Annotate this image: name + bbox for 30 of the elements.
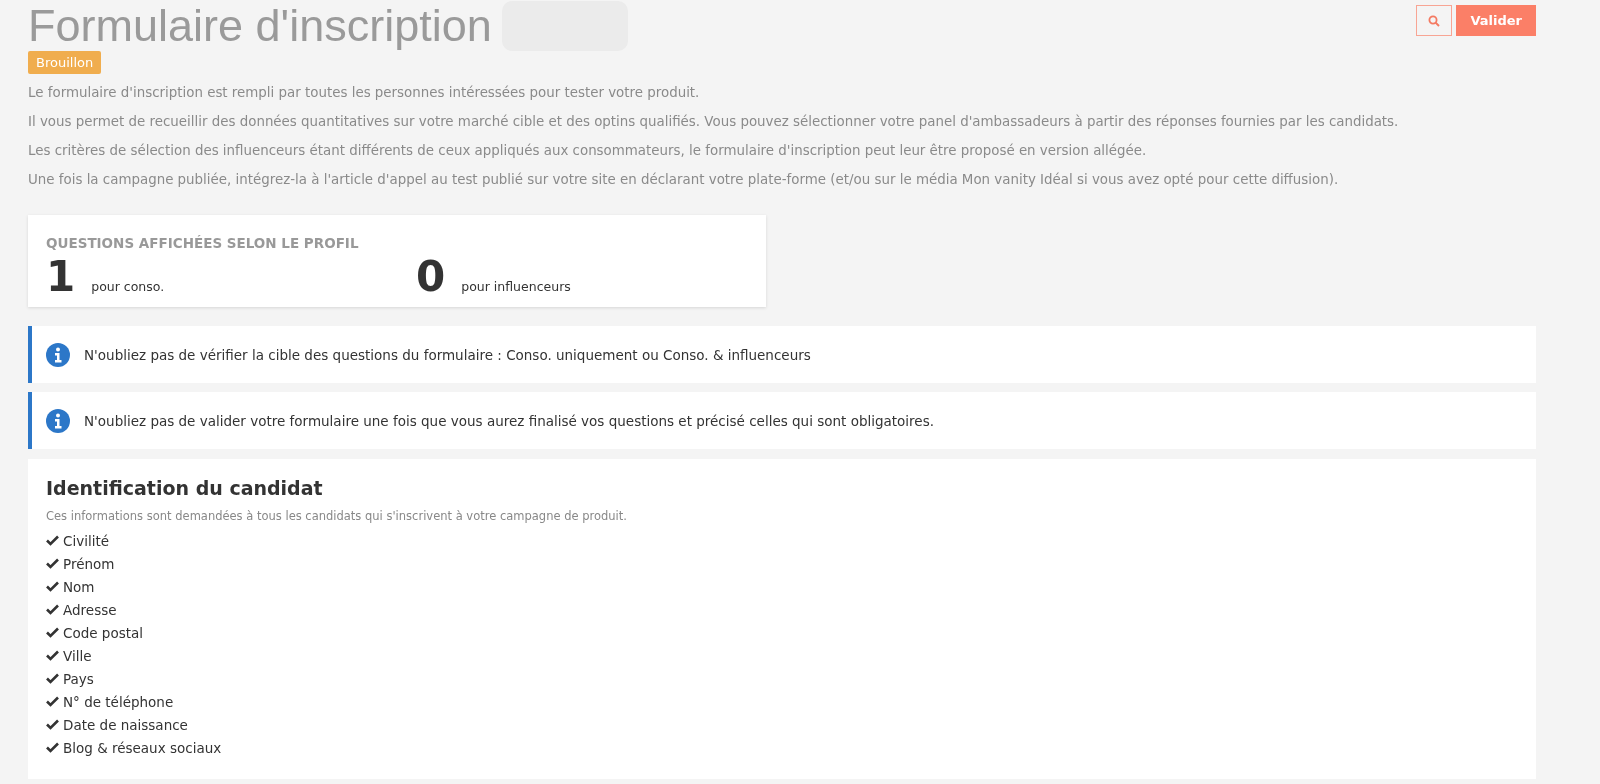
stat-value: 0 <box>416 251 446 303</box>
intro-paragraph: Il vous permet de recueillir des données quantitatives sur votre marché cible et des optins qualifiés. Vous pouvez sélectionner votre panel d'ambassadeurs à partir des réponses fournies par les candidats. <box>28 113 1400 131</box>
stat-value: 1 <box>46 251 76 303</box>
validate-button[interactable]: Valider <box>1456 5 1536 36</box>
section-title: Identification du candidat <box>46 477 324 499</box>
search-button[interactable] <box>1416 5 1453 36</box>
stat-label: pour influenceurs <box>461 279 571 294</box>
info-icon <box>46 408 70 433</box>
field-label: Code postal <box>63 624 144 641</box>
intro-paragraph: Une fois la campagne publiée, intégrez-la à l'article d'appel au test publié sur votre site en déclarant votre plate-forme (et/ou sur le média Mon vanity Idéal si vous avez opté pour cette diffusion). <box>28 171 1340 189</box>
field-label: Prénom <box>63 555 115 572</box>
field-label: Ville <box>63 647 92 664</box>
status-badge: Brouillon <box>28 51 102 74</box>
stat-label: pour conso. <box>91 279 165 294</box>
field-label: Nom <box>63 578 95 595</box>
page-title: Formulaire d'inscription <box>28 0 492 52</box>
section-subtitle: Ces informations sont demandées à tous les candidats qui s'inscrivent à votre campagne de produit. <box>46 509 628 523</box>
notice-text: N'oubliez pas de valider votre formulaire une fois que vous aurez finalisé vos questions et précisé celles qui sont obligatoires. <box>84 412 934 429</box>
field-label: N° de téléphone <box>63 693 174 710</box>
field-label: Blog & réseaux sociaux <box>63 739 222 756</box>
field-label: Date de naissance <box>63 716 188 733</box>
stats-heading: QUESTIONS AFFICHÉES SELON LE PROFIL <box>46 235 360 251</box>
search-icon <box>1428 14 1441 27</box>
intro-paragraph: Les critères de sélection des influenceurs étant différents de ceux appliqués aux consommateurs, le formulaire d'inscription peut leur être proposé en version allégée. <box>28 142 1148 160</box>
notice-text: N'oubliez pas de vérifier la cible des questions du formulaire : Conso. uniquement ou Conso. & influenceurs <box>84 346 811 363</box>
field-label: Civilité <box>63 532 110 549</box>
intro-paragraph: Le formulaire d'inscription est rempli par toutes les personnes intéressées pour tester votre produit. <box>28 84 701 102</box>
field-label: Adresse <box>63 601 117 618</box>
field-label: Pays <box>63 670 94 687</box>
info-icon <box>46 342 70 367</box>
